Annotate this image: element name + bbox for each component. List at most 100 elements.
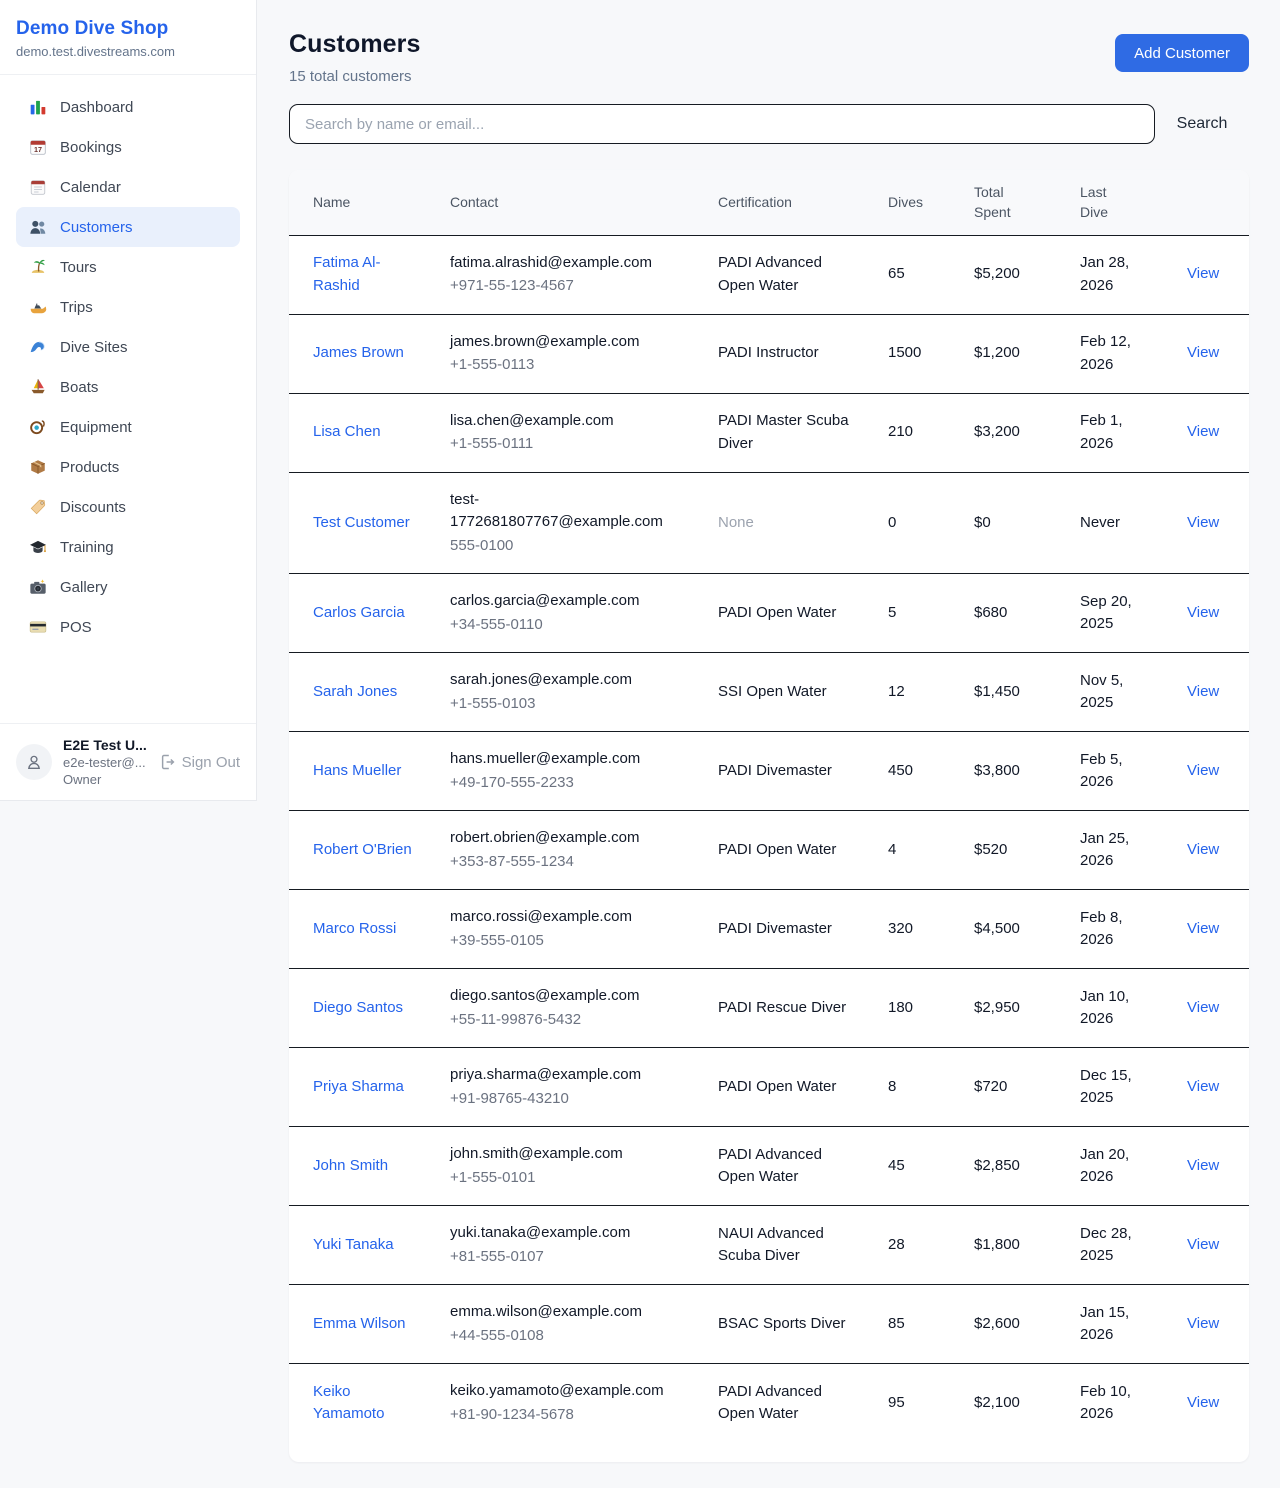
table-row: Priya Sharma priya.sharma@example.com +9… <box>289 1048 1249 1127</box>
view-customer-link[interactable]: View <box>1187 1394 1219 1411</box>
view-customer-link[interactable]: View <box>1187 604 1219 621</box>
view-customer-link[interactable]: View <box>1187 344 1219 361</box>
search-input[interactable] <box>289 104 1155 144</box>
view-customer-link[interactable]: View <box>1187 999 1219 1016</box>
table-row: Robert O'Brien robert.obrien@example.com… <box>289 811 1249 890</box>
customer-name-link[interactable]: Diego Santos <box>313 999 403 1016</box>
sidebar-item-discounts[interactable]: Discounts <box>16 487 240 527</box>
sidebar-item-dashboard[interactable]: Dashboard <box>16 87 240 127</box>
customer-phone: +44-555-0108 <box>450 1325 686 1348</box>
search-bar: Search <box>289 104 1249 144</box>
customer-certification: PADI Divemaster <box>702 890 872 969</box>
customer-dives: 28 <box>872 1206 958 1285</box>
customer-certification: PADI Open Water <box>702 1048 872 1127</box>
customer-dives: 5 <box>872 574 958 653</box>
customer-email: yuki.tanaka@example.com <box>450 1222 686 1245</box>
page-header: Customers 15 total customers Add Custome… <box>289 30 1249 85</box>
customer-email: sarah.jones@example.com <box>450 669 686 692</box>
customer-phone: +353-87-555-1234 <box>450 851 686 874</box>
sidebar-item-boats[interactable]: Boats <box>16 367 240 407</box>
customers-table-body: Fatima Al-Rashid fatima.alrashid@example… <box>289 235 1249 1442</box>
customer-certification: PADI Rescue Diver <box>702 969 872 1048</box>
customer-name-link[interactable]: James Brown <box>313 344 404 361</box>
customer-phone: +55-11-99876-5432 <box>450 1009 686 1032</box>
credit-card-icon <box>28 618 48 636</box>
sidebar-item-dive-sites[interactable]: Dive Sites <box>16 327 240 367</box>
customer-total-spent: $5,200 <box>958 235 1064 314</box>
calendar-date-icon: 17 <box>28 138 48 156</box>
view-customer-link[interactable]: View <box>1187 514 1219 531</box>
customer-name-link[interactable]: Lisa Chen <box>313 423 381 440</box>
customer-certification: PADI Master Scuba Diver <box>702 393 872 472</box>
customer-name-link[interactable]: Sarah Jones <box>313 683 397 700</box>
sign-out-icon <box>157 753 175 771</box>
customer-name-link[interactable]: Yuki Tanaka <box>313 1236 394 1253</box>
customer-name-link[interactable]: Robert O'Brien <box>313 841 412 858</box>
view-customer-link[interactable]: View <box>1187 683 1219 700</box>
sign-out-button[interactable]: Sign Out <box>157 753 240 771</box>
customer-certification: PADI Instructor <box>702 314 872 393</box>
customer-name-link[interactable]: Emma Wilson <box>313 1315 406 1332</box>
view-customer-link[interactable]: View <box>1187 1157 1219 1174</box>
customer-email: robert.obrien@example.com <box>450 827 686 850</box>
view-customer-link[interactable]: View <box>1187 920 1219 937</box>
customer-phone: +81-555-0107 <box>450 1246 686 1269</box>
sidebar-item-training[interactable]: Training <box>16 527 240 567</box>
table-row: Emma Wilson emma.wilson@example.com +44-… <box>289 1285 1249 1364</box>
user-info: E2E Test U... e2e-tester@... Owner <box>63 737 146 787</box>
view-customer-link[interactable]: View <box>1187 762 1219 779</box>
speedboat-icon <box>28 298 48 316</box>
customer-name-link[interactable]: Fatima Al-Rashid <box>313 254 381 294</box>
add-customer-button[interactable]: Add Customer <box>1115 34 1249 72</box>
customer-email: priya.sharma@example.com <box>450 1064 686 1087</box>
search-button[interactable]: Search <box>1155 115 1249 133</box>
customer-name-link[interactable]: Carlos Garcia <box>313 604 405 621</box>
customer-name-link[interactable]: Hans Mueller <box>313 762 401 779</box>
view-customer-link[interactable]: View <box>1187 1078 1219 1095</box>
customer-total-spent: $680 <box>958 574 1064 653</box>
view-customer-link[interactable]: View <box>1187 1236 1219 1253</box>
customer-phone: 555-0100 <box>450 535 686 558</box>
view-customer-link[interactable]: View <box>1187 423 1219 440</box>
customer-last-dive: Sep 20, 2025 <box>1064 574 1171 653</box>
customer-name-link[interactable]: Priya Sharma <box>313 1078 404 1095</box>
sidebar-item-products[interactable]: Products <box>16 447 240 487</box>
sidebar-nav: Dashboard 17 Bookings Calendar Customers… <box>0 75 256 723</box>
user-role: Owner <box>63 772 146 787</box>
customer-dives: 4 <box>872 811 958 890</box>
customer-phone: +81-90-1234-5678 <box>450 1404 686 1427</box>
column-header-total-spent: Total Spent <box>958 170 1064 235</box>
customer-name-link[interactable]: Test Customer <box>313 514 410 531</box>
tear-calendar-icon <box>28 178 48 196</box>
view-customer-link[interactable]: View <box>1187 1315 1219 1332</box>
sidebar-item-gallery[interactable]: Gallery <box>16 567 240 607</box>
customer-name-link[interactable]: John Smith <box>313 1157 388 1174</box>
island-icon <box>28 258 48 276</box>
users-icon <box>28 218 48 236</box>
table-row: Sarah Jones sarah.jones@example.com +1-5… <box>289 653 1249 732</box>
sidebar-item-customers[interactable]: Customers <box>16 207 240 247</box>
customer-dives: 1500 <box>872 314 958 393</box>
customer-total-spent: $2,950 <box>958 969 1064 1048</box>
sidebar-item-bookings[interactable]: 17 Bookings <box>16 127 240 167</box>
customer-name-link[interactable]: Marco Rossi <box>313 920 396 937</box>
customer-name-link[interactable]: Keiko Yamamoto <box>313 1383 384 1423</box>
sidebar-item-equipment[interactable]: Equipment <box>16 407 240 447</box>
table-row: James Brown james.brown@example.com +1-5… <box>289 314 1249 393</box>
customer-email: emma.wilson@example.com <box>450 1301 686 1324</box>
diving-mask-icon <box>28 418 48 436</box>
wave-icon <box>28 338 48 356</box>
sidebar-item-tours[interactable]: Tours <box>16 247 240 287</box>
sidebar-item-pos[interactable]: POS <box>16 607 240 647</box>
sidebar-item-calendar[interactable]: Calendar <box>16 167 240 207</box>
customer-last-dive: Jan 20, 2026 <box>1064 1127 1171 1206</box>
sidebar-item-trips[interactable]: Trips <box>16 287 240 327</box>
customer-certification: PADI Advanced Open Water <box>702 1364 872 1443</box>
customer-phone: +971-55-123-4567 <box>450 275 686 298</box>
customer-certification: BSAC Sports Diver <box>702 1285 872 1364</box>
view-customer-link[interactable]: View <box>1187 841 1219 858</box>
customer-dives: 180 <box>872 969 958 1048</box>
customer-email: diego.santos@example.com <box>450 985 686 1008</box>
customers-table: NameContactCertificationDivesTotal Spent… <box>289 170 1249 1442</box>
view-customer-link[interactable]: View <box>1187 265 1219 282</box>
